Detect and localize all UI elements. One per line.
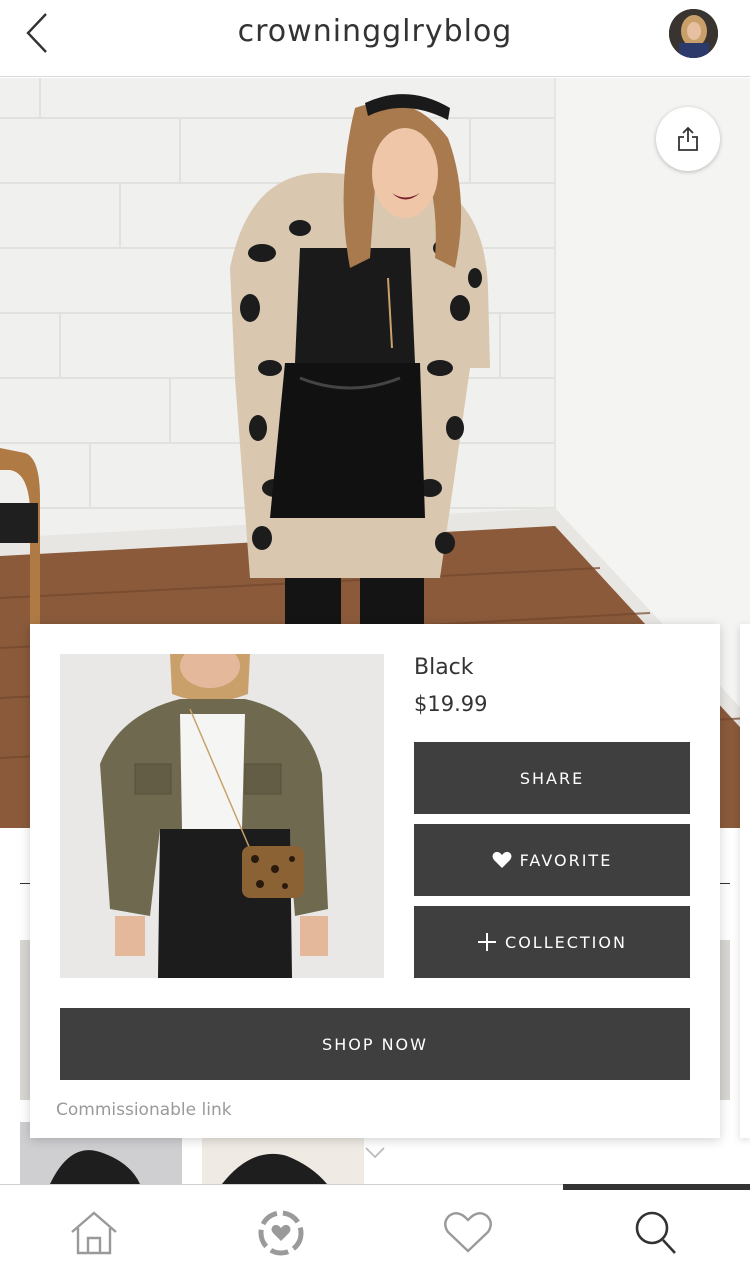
grid-thumbnail[interactable] xyxy=(202,1136,364,1184)
share-icon xyxy=(678,126,698,151)
next-card-edge[interactable] xyxy=(740,624,750,1138)
commission-note: Commissionable link xyxy=(56,1100,232,1120)
add-to-collection-button[interactable]: COLLECTION xyxy=(414,906,690,978)
bottom-nav xyxy=(0,1184,750,1283)
heart-outline-icon xyxy=(444,1212,492,1253)
product-image[interactable] xyxy=(60,654,384,978)
active-tab-indicator xyxy=(563,1184,750,1190)
nav-favorites[interactable] xyxy=(438,1203,498,1263)
discover-icon xyxy=(258,1210,304,1256)
grid-thumbnail[interactable] xyxy=(720,940,730,1100)
avatar[interactable] xyxy=(669,9,718,58)
nav-discover[interactable] xyxy=(251,1203,311,1263)
product-card: Black $19.99 SHARE FAVORITE COLLECTION S… xyxy=(30,624,720,1138)
nav-search[interactable] xyxy=(626,1203,686,1263)
product-name: Black xyxy=(414,655,474,680)
home-icon xyxy=(71,1211,117,1255)
favorite-button-label: FAVORITE xyxy=(519,850,613,870)
shop-now-button[interactable]: SHOP NOW xyxy=(60,1008,690,1080)
share-button[interactable]: SHARE xyxy=(414,742,690,814)
collection-button-label: COLLECTION xyxy=(505,932,627,952)
share-circle-button[interactable] xyxy=(656,107,720,171)
plus-icon xyxy=(477,932,497,952)
heart-icon xyxy=(492,851,512,869)
top-bar: crowningglryblog xyxy=(0,0,750,77)
page-title[interactable]: crowningglryblog xyxy=(0,14,750,49)
search-icon xyxy=(635,1211,676,1254)
chevron-down-icon[interactable] xyxy=(364,1146,386,1160)
nav-home[interactable] xyxy=(64,1203,124,1263)
shop-now-label: SHOP NOW xyxy=(322,1034,428,1054)
product-price: $19.99 xyxy=(414,692,488,716)
favorite-button[interactable]: FAVORITE xyxy=(414,824,690,896)
share-button-label: SHARE xyxy=(519,768,585,788)
